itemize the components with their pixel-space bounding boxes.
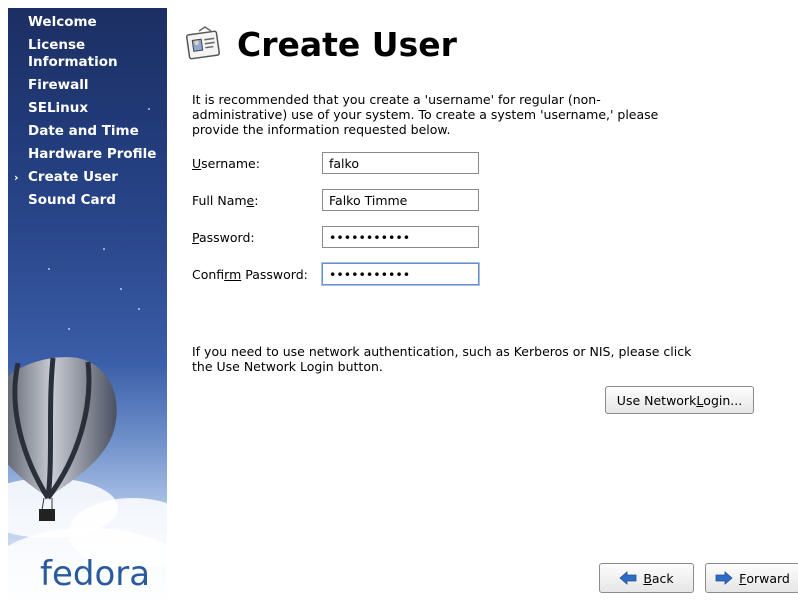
sidebar-item-label: Create User [28, 169, 118, 185]
star [120, 288, 122, 290]
full-name-row: Full Name: [192, 187, 479, 213]
username-label: Username: [192, 156, 322, 171]
user-card-icon [185, 26, 221, 60]
label-part: : [254, 192, 259, 208]
star [68, 328, 70, 330]
star [48, 268, 50, 270]
sidebar-item-license-information: License Information [8, 37, 167, 71]
confirm-password-row: Confirm Password: [192, 261, 479, 287]
label-mnemonic: U [192, 155, 202, 171]
full-name-input[interactable] [322, 189, 479, 211]
hot-air-balloon-icon [8, 357, 117, 521]
label-mnemonic: P [192, 229, 199, 245]
username-input[interactable] [322, 152, 479, 174]
label-part: Full Nam [192, 192, 247, 208]
sidebar: Welcome License Information Firewall SEL… [8, 8, 167, 600]
confirm-password-label: Confirm Password: [192, 267, 322, 282]
back-button[interactable]: Back [599, 563, 694, 593]
label-part: Confi [192, 266, 225, 282]
confirm-password-input[interactable] [322, 263, 479, 285]
main-panel: Create User It is recommended that you c… [185, 8, 798, 600]
full-name-label: Full Name: [192, 193, 322, 208]
label-part: sername: [201, 155, 260, 171]
label-mnemonic: rm [224, 266, 242, 282]
fedora-logo: fedora [40, 554, 151, 594]
label-part: assword: [198, 229, 255, 245]
sidebar-item-firewall: Firewall [8, 77, 167, 94]
step-list: Welcome License Information Firewall SEL… [8, 14, 167, 215]
left-arrow-icon [619, 571, 637, 585]
button-label-part: ogin... [703, 392, 743, 408]
star [138, 308, 140, 310]
button-mnemonic: B [643, 570, 652, 586]
sidebar-item-label: License Information [28, 37, 118, 70]
description-text: It is recommended that you create a 'use… [192, 92, 659, 137]
sidebar-item-label: SELinux [28, 100, 89, 116]
triangle-right-icon: › [14, 171, 19, 184]
sidebar-item-welcome: Welcome [8, 14, 167, 31]
sidebar-item-date-and-time: Date and Time [8, 123, 167, 140]
password-row: Password: [192, 224, 479, 250]
button-label-part: Use Network [616, 392, 697, 408]
label-part: Password: [241, 266, 308, 282]
button-label-part: ack [651, 570, 674, 586]
sidebar-item-selinux: SELinux [8, 100, 167, 117]
sidebar-item-hardware-profile: Hardware Profile [8, 146, 167, 163]
right-arrow-icon [715, 571, 733, 585]
sidebar-item-label: Sound Card [28, 192, 116, 208]
sidebar-item-sound-card: Sound Card [8, 192, 167, 209]
sidebar-item-label: Hardware Profile [28, 146, 157, 162]
password-input[interactable] [322, 226, 479, 248]
button-mnemonic: L [696, 392, 704, 408]
sidebar-item-label: Date and Time [28, 123, 139, 139]
star [103, 248, 105, 250]
network-auth-text: If you need to use network authenticatio… [192, 344, 692, 374]
button-label-part: orward [746, 570, 790, 586]
password-label: Password: [192, 230, 322, 245]
button-mnemonic: F [739, 570, 747, 586]
sidebar-item-label: Firewall [28, 77, 89, 93]
username-row: Username: [192, 150, 479, 176]
page-title: Create User [237, 24, 457, 64]
title-row: Create User [185, 20, 457, 68]
sidebar-item-create-user: › Create User [8, 169, 167, 186]
forward-button[interactable]: Forward [705, 563, 798, 593]
sidebar-item-label: Welcome [28, 14, 97, 30]
use-network-login-button[interactable]: Use Network Login... [605, 386, 754, 414]
